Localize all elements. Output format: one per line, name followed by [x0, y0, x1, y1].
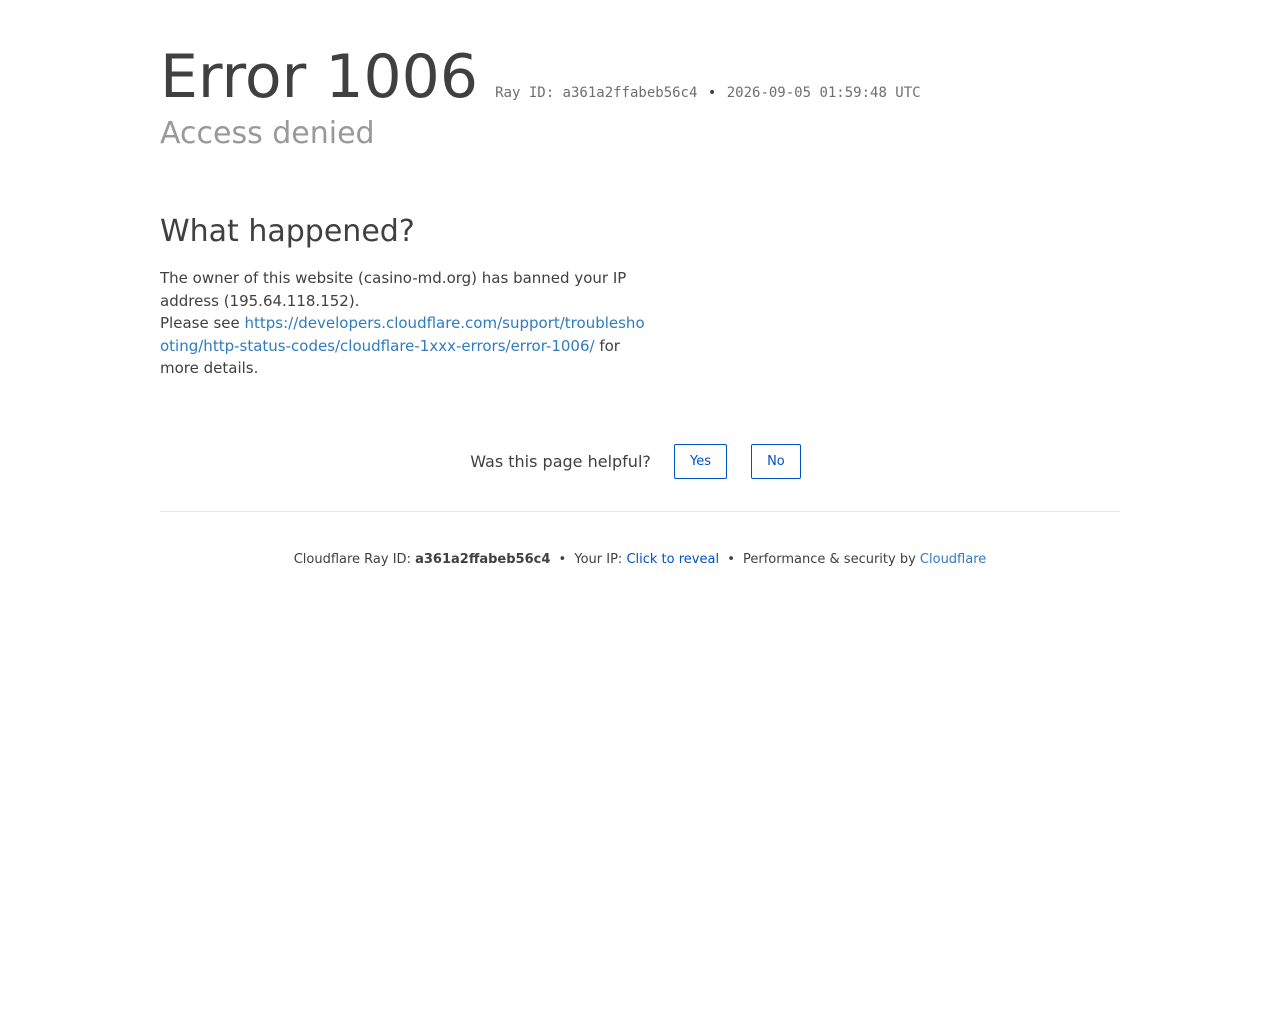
no-button[interactable]: No: [751, 444, 801, 479]
what-happened-heading: What happened?: [160, 214, 415, 249]
yes-button[interactable]: Yes: [673, 444, 727, 479]
page-subtitle: Access denied: [160, 116, 375, 151]
timestamp: 2026-09-05 01:59:48 UTC: [726, 85, 921, 101]
footer-bullet: •: [727, 552, 735, 567]
ray-meta: Ray ID: a361a2ffabeb56c4 • 2026-09-05 01…: [495, 85, 920, 101]
footer: Cloudflare Ray ID: a361a2ffabeb56c4 • Yo…: [160, 551, 1120, 569]
feedback-bar: Was this page helpful? Yes No: [160, 444, 1120, 479]
footer-bullet: •: [558, 552, 567, 567]
bullet-separator: •: [707, 85, 717, 101]
footer-ray-prefix: Cloudflare Ray ID:: [293, 552, 411, 567]
error-code: Error 1006: [160, 42, 479, 112]
please-see-text: Please see: [160, 314, 240, 332]
footer-divider: [160, 511, 1120, 512]
footer-ray-id: a361a2ffabeb56c4: [415, 552, 551, 567]
what-happened-text: The owner of this website (casino-md.org…: [160, 267, 650, 380]
reveal-ip-button[interactable]: Click to reveal: [626, 552, 719, 567]
error-header: Error 1006 Ray ID: a361a2ffabeb56c4 • 20…: [160, 42, 921, 112]
footer-ip-prefix: Your IP:: [574, 552, 623, 567]
ray-id-label: Ray ID: a361a2ffabeb56c4: [495, 85, 698, 101]
ban-message: The owner of this website (casino-md.org…: [160, 269, 627, 310]
feedback-question: Was this page helpful?: [470, 452, 651, 471]
footer-perf-text: Performance & security by: [743, 552, 916, 567]
cloudflare-link[interactable]: Cloudflare: [920, 552, 986, 567]
